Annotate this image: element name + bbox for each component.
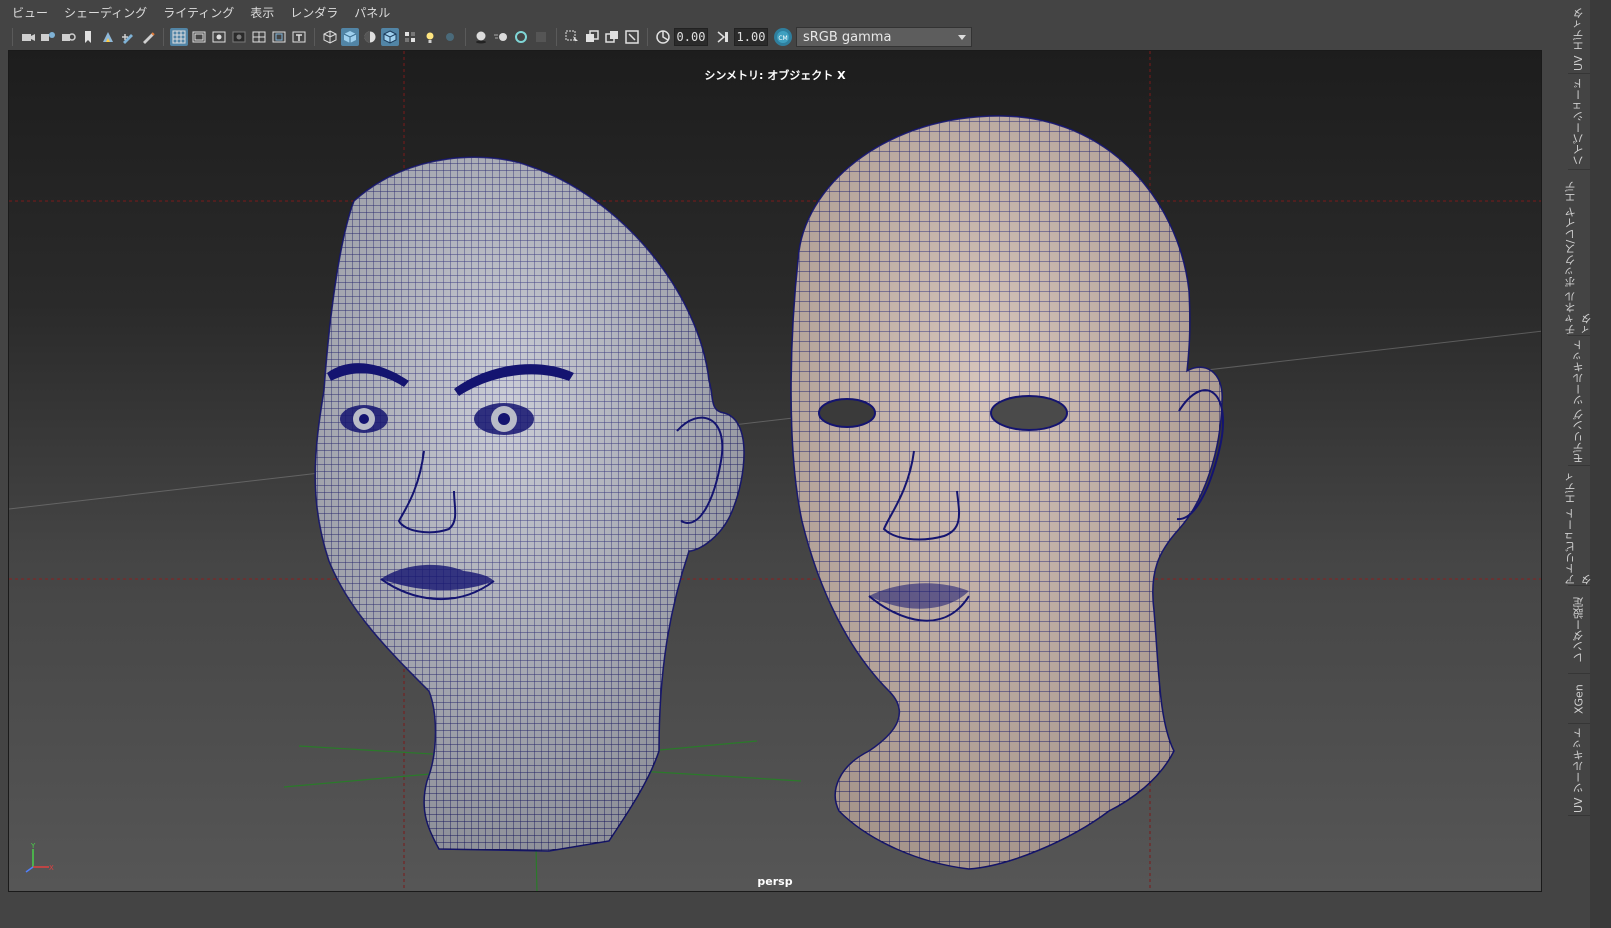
ambient-occlusion-icon[interactable] (472, 28, 490, 46)
svg-text:X: X (49, 864, 54, 872)
svg-text:Y: Y (30, 843, 36, 850)
head-mesh-left[interactable] (314, 156, 745, 852)
safe-action-icon[interactable] (270, 28, 288, 46)
menu-panels[interactable]: パネル (354, 4, 390, 21)
tab-render-settings[interactable]: レンダー設定 (1568, 588, 1590, 674)
tab-uv-editor[interactable]: UV エディタ (1568, 6, 1590, 74)
tab-xgen[interactable]: XGen (1568, 676, 1590, 724)
camera-name-label: persp (757, 875, 793, 888)
menu-renderer[interactable]: レンダラ (290, 4, 338, 21)
camera-attr-icon[interactable] (39, 28, 57, 46)
gate-mask-icon[interactable] (230, 28, 248, 46)
film-gate-icon[interactable] (190, 28, 208, 46)
depth-of-field-icon[interactable] (532, 28, 550, 46)
bookmark-icon[interactable] (59, 28, 77, 46)
tab-modeling-toolkit[interactable]: モデリング ツールキット (1568, 338, 1590, 466)
tab-channel-box[interactable]: チャネル ボックス/レイヤ エディタ (1564, 172, 1593, 336)
viewport-toolbar: 0.00 1.00 CM sRGB gamma (0, 24, 1590, 50)
safe-title-icon[interactable] (290, 28, 308, 46)
toolbar-separator (556, 28, 557, 46)
menu-view[interactable]: ビュー (12, 4, 48, 21)
smooth-shade-icon[interactable] (341, 28, 359, 46)
head-mesh-right[interactable] (790, 115, 1224, 870)
exposure-icon[interactable] (654, 28, 672, 46)
viewport-scene (9, 51, 1541, 891)
dock-border (1590, 0, 1611, 928)
toolbar-separator (12, 28, 13, 46)
isolate-select-icon[interactable] (563, 28, 581, 46)
color-management-icon[interactable]: CM (774, 28, 792, 46)
xray-joints-icon[interactable] (623, 28, 641, 46)
svg-text:CM: CM (778, 35, 787, 42)
camera-icon[interactable] (19, 28, 37, 46)
gamma-icon[interactable] (714, 28, 732, 46)
symmetry-status: シンメトリ: オブジェクト X (704, 69, 846, 82)
xray-active-icon[interactable] (603, 28, 621, 46)
ground-grid (9, 51, 1541, 891)
motion-blur-icon[interactable] (492, 28, 510, 46)
toolbar-separator (465, 28, 466, 46)
field-chart-icon[interactable] (250, 28, 268, 46)
perspective-viewport[interactable]: シンメトリ: オブジェクト X persp Y X (8, 50, 1542, 892)
xray-icon[interactable] (583, 28, 601, 46)
grid-icon[interactable] (170, 28, 188, 46)
shadows-icon[interactable] (441, 28, 459, 46)
toolbar-separator (314, 28, 315, 46)
tab-hypershade[interactable]: ハイパーシェード (1568, 76, 1590, 170)
gamma-field[interactable]: 1.00 (734, 28, 768, 46)
wireframe-icon[interactable] (321, 28, 339, 46)
2d-pan-icon[interactable] (99, 28, 117, 46)
menu-shading[interactable]: シェーディング (64, 4, 147, 21)
menu-show[interactable]: 表示 (250, 4, 274, 21)
textured-icon[interactable] (401, 28, 419, 46)
view-transform-dropdown[interactable]: sRGB gamma (796, 27, 972, 47)
exposure-field[interactable]: 0.00 (674, 28, 708, 46)
anti-aliasing-icon[interactable] (512, 28, 530, 46)
tab-uv-toolkit[interactable]: UV ツールキット (1568, 726, 1590, 816)
image-plane-icon[interactable] (79, 28, 97, 46)
default-material-icon[interactable] (361, 28, 379, 46)
view-transform-value: sRGB gamma (803, 29, 892, 45)
viewport-menu-bar: ビュー シェーディング ライティング 表示 レンダラ パネル (0, 0, 1590, 24)
lights-icon[interactable] (421, 28, 439, 46)
pencil-icon[interactable] (139, 28, 157, 46)
menu-lighting[interactable]: ライティング (163, 4, 234, 21)
grease-pencil-icon[interactable] (119, 28, 137, 46)
toolbar-separator (163, 28, 164, 46)
wireframe-on-shaded-icon[interactable] (381, 28, 399, 46)
dock-tab-strip: UV エディタ ハイパーシェード チャネル ボックス/レイヤ エディタ モデリン… (1564, 0, 1593, 928)
toolbar-separator (647, 28, 648, 46)
tab-attribute-editor[interactable]: アトリビュート エディタ (1564, 468, 1593, 586)
resolution-gate-icon[interactable] (210, 28, 228, 46)
chevron-down-icon (953, 28, 971, 46)
axis-gizmo: Y X (25, 843, 54, 873)
